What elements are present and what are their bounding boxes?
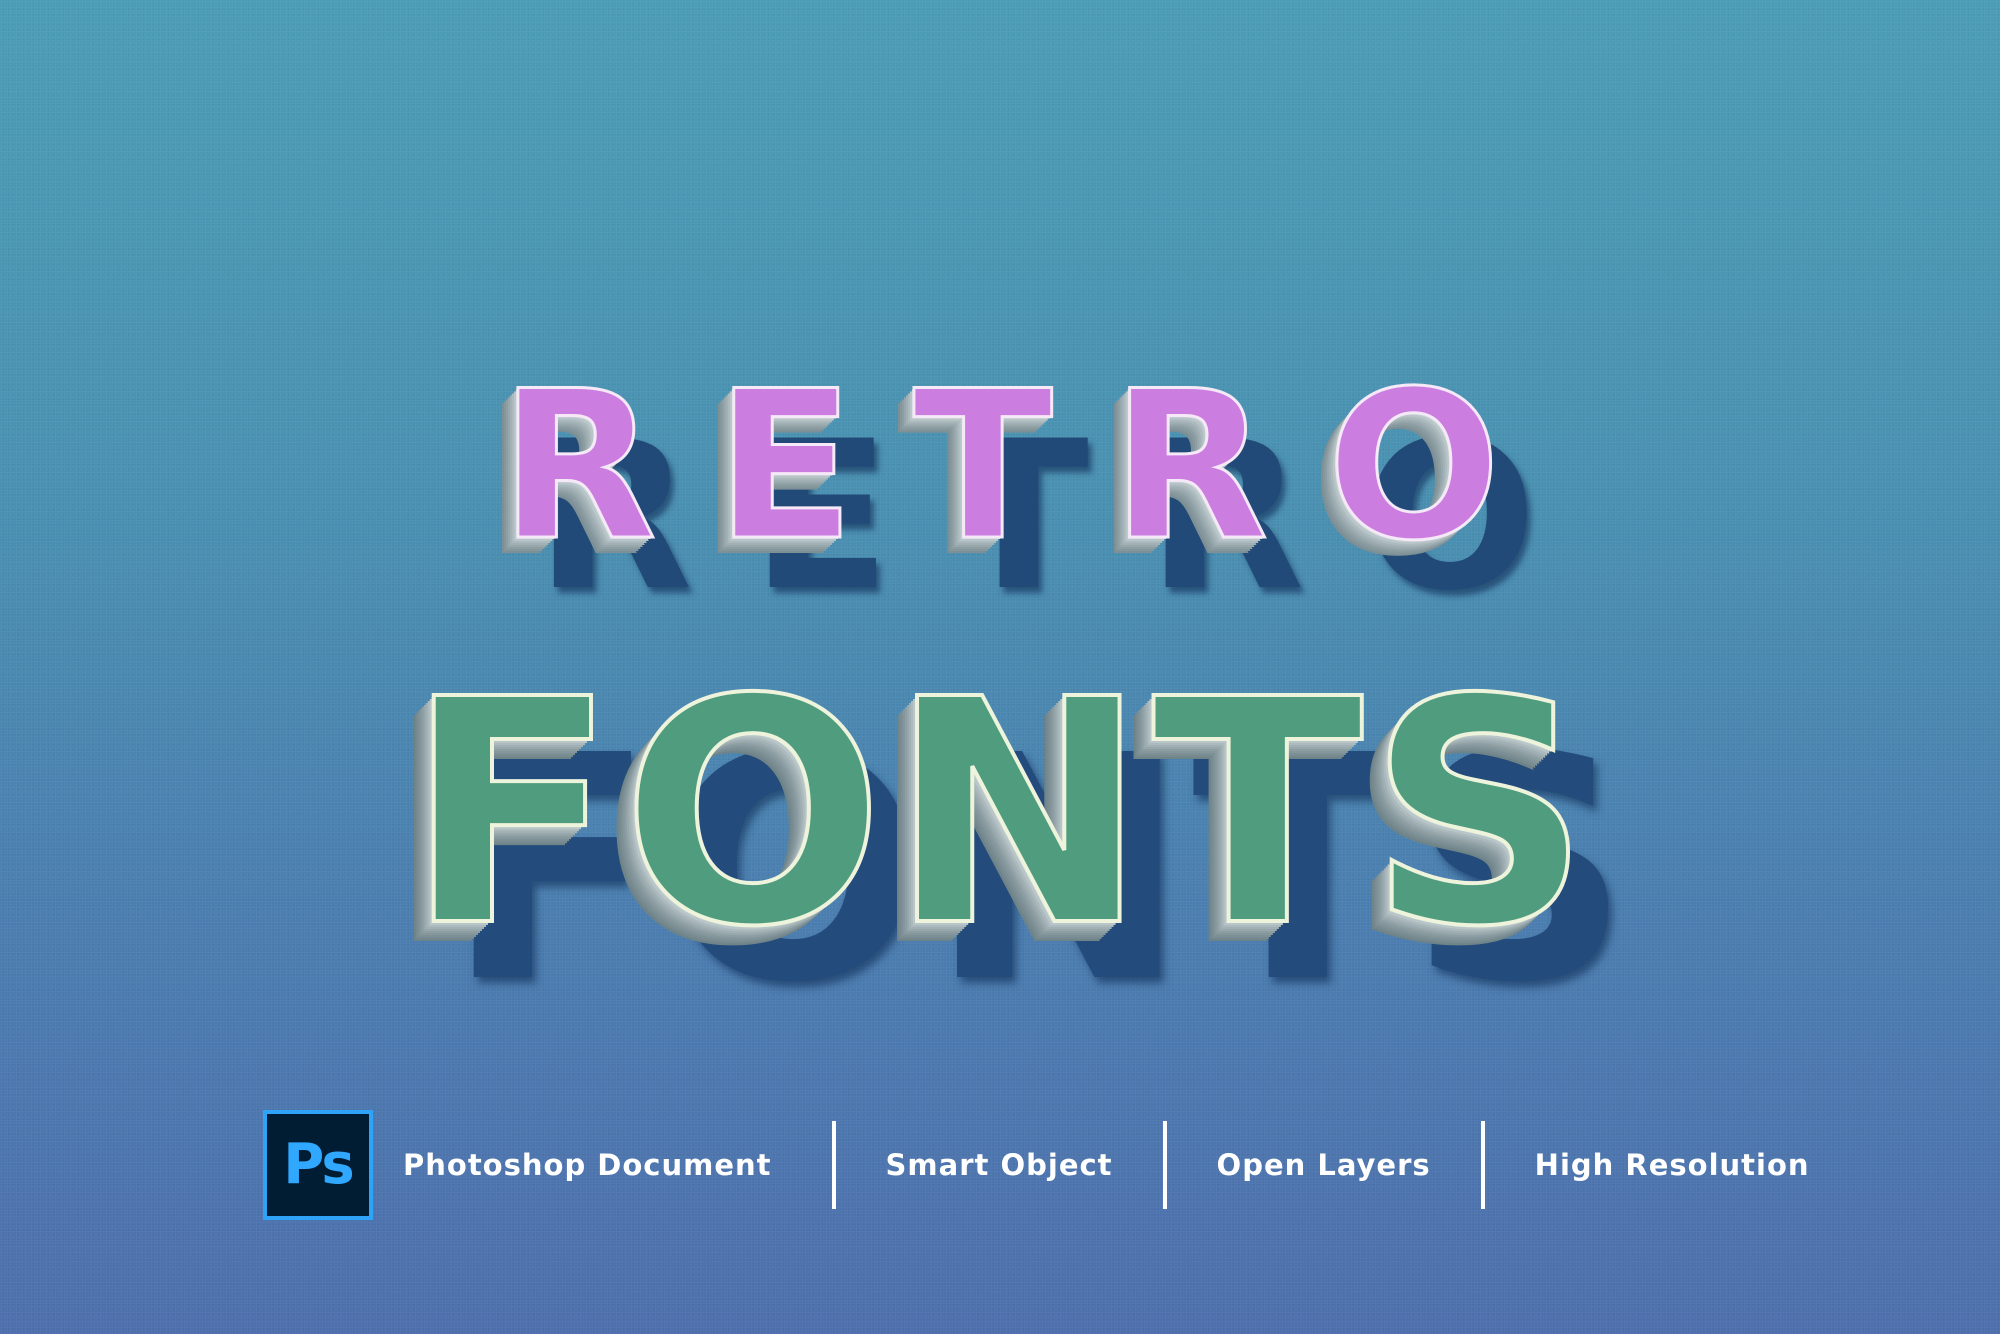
feature-divider (1162, 1120, 1167, 1209)
photoshop-icon-label: Ps (283, 1131, 354, 1197)
feature-bar: Ps Photoshop Document Smart Object Open … (263, 1107, 1810, 1222)
headline-retro: RETRO (498, 348, 1559, 586)
feature-high-resolution: High Resolution (1534, 1147, 1810, 1182)
feature-divider (1480, 1120, 1485, 1209)
feature-divider (831, 1120, 836, 1209)
photoshop-icon: Ps (263, 1109, 373, 1220)
headline-fonts: FONTS (403, 634, 1595, 995)
feature-smart-object: Smart Object (885, 1147, 1113, 1182)
feature-photoshop-document: Photoshop Document (403, 1147, 772, 1182)
feature-open-layers: Open Layers (1216, 1147, 1431, 1182)
